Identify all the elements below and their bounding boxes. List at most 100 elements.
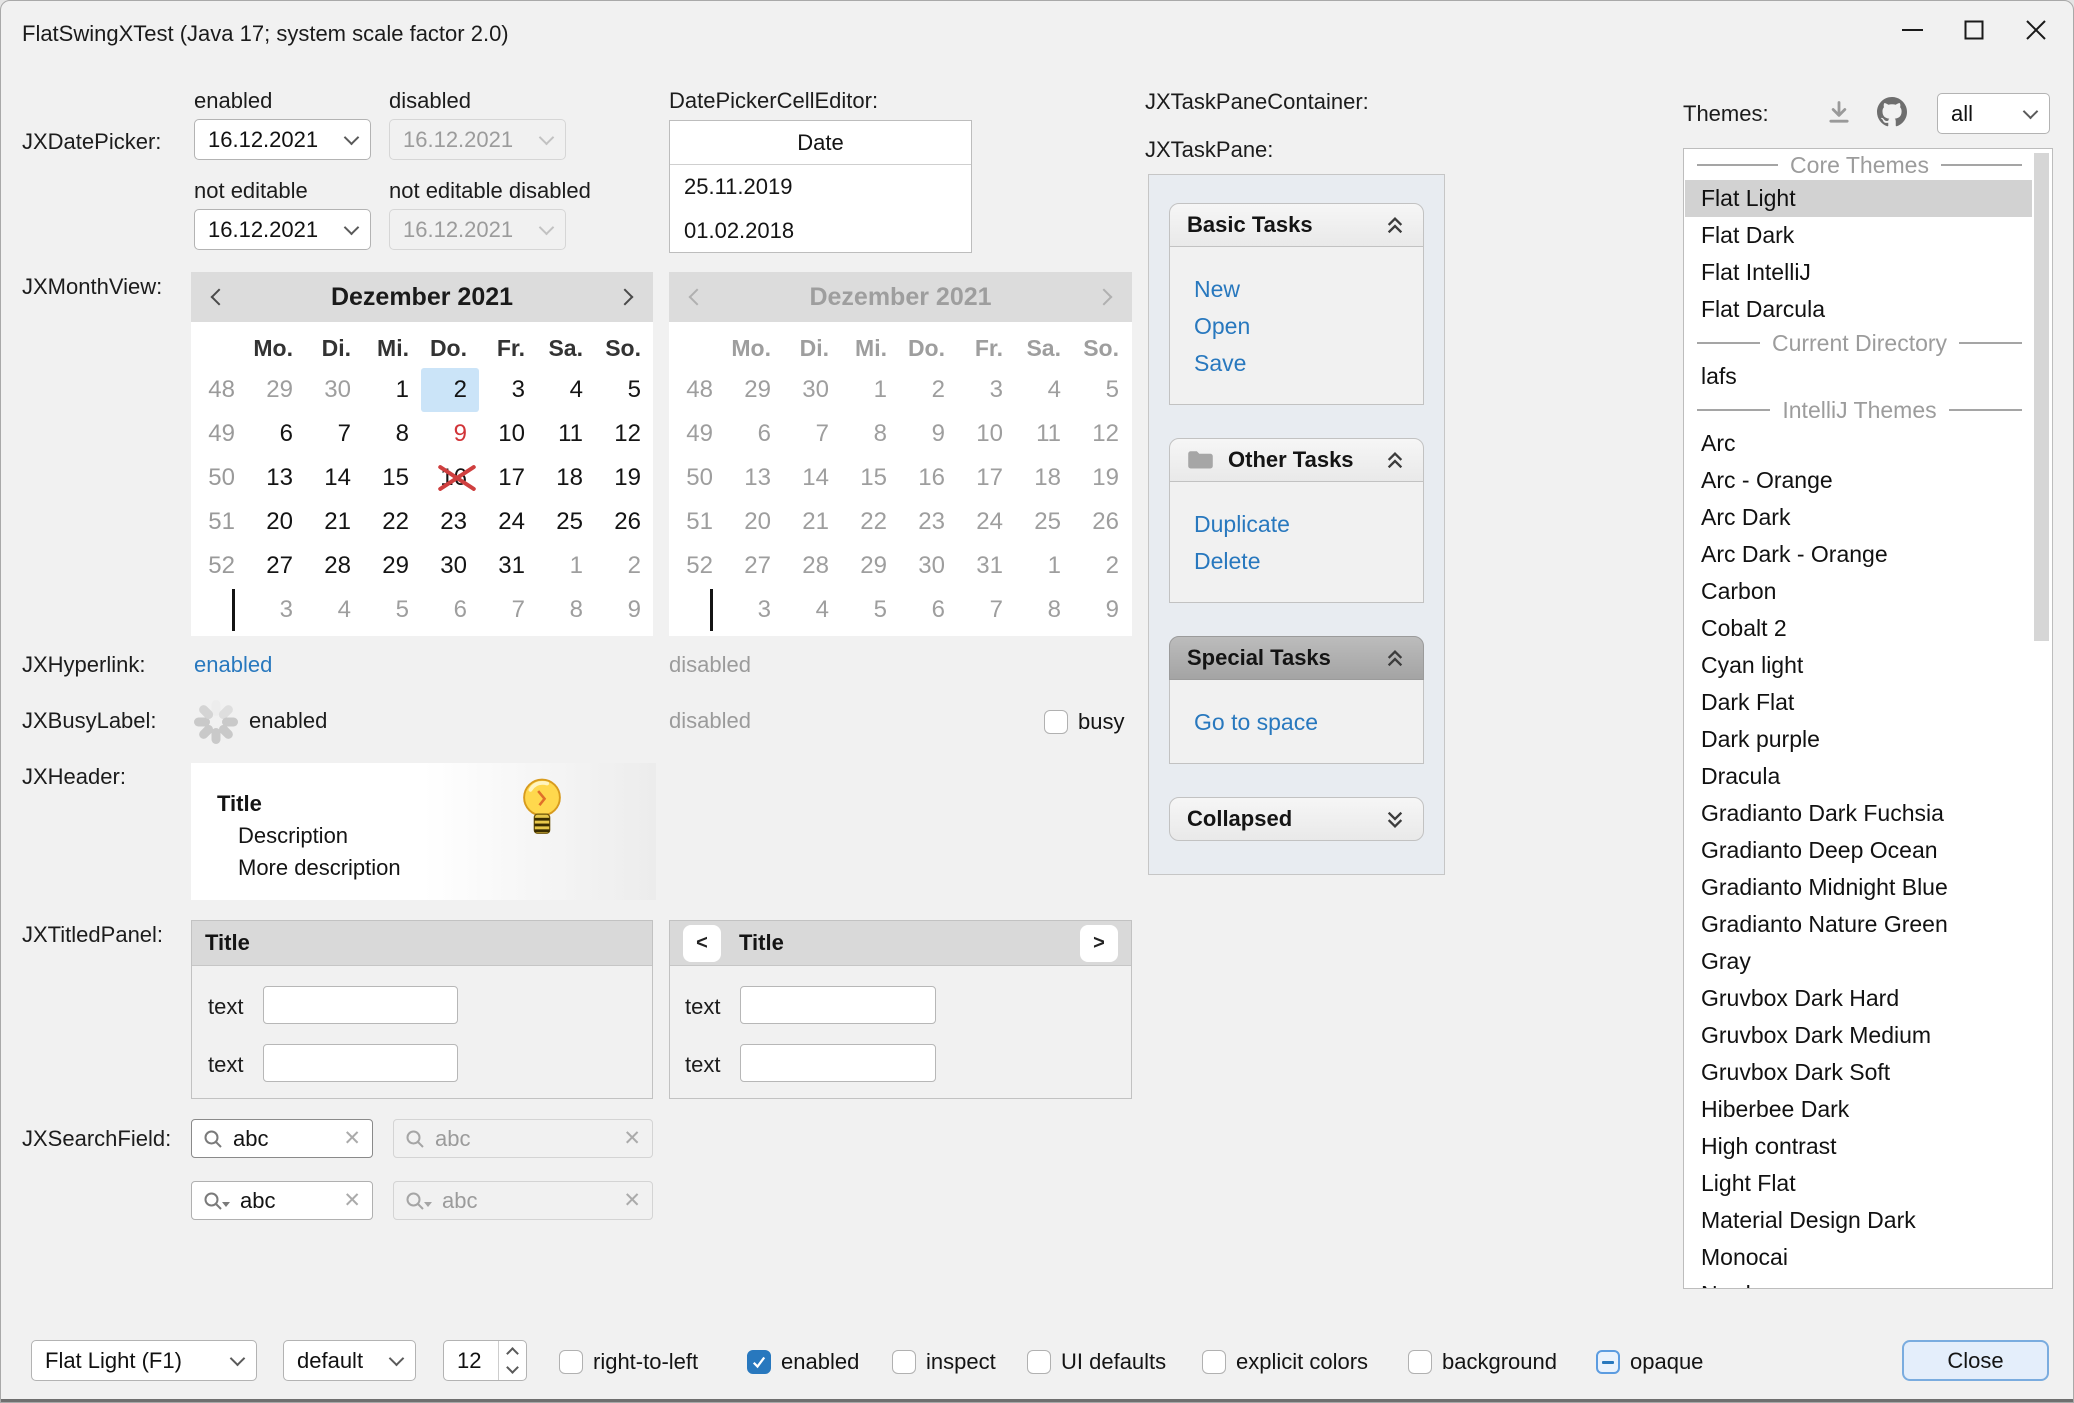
option-checkbox-row[interactable]: enabled <box>747 1349 859 1375</box>
day-cell[interactable]: 19 <box>595 456 653 500</box>
day-cell[interactable]: 7 <box>479 588 537 632</box>
download-icon[interactable] <box>1825 99 1853 127</box>
text-input[interactable] <box>263 1044 458 1082</box>
day-cell[interactable]: 7 <box>305 412 363 456</box>
taskpane-header[interactable]: Special Tasks <box>1169 636 1424 680</box>
github-icon[interactable] <box>1877 97 1907 127</box>
day-cell[interactable]: 8 <box>363 412 421 456</box>
day-cell[interactable]: 1 <box>363 368 421 412</box>
monthview-enabled[interactable]: Dezember 2021Mo.Di.Mi.Do.Fr.Sa.So.482930… <box>191 272 653 636</box>
theme-list-item[interactable]: Flat Dark <box>1685 217 2032 254</box>
option-checkbox-row[interactable]: right-to-left <box>559 1349 698 1375</box>
day-cell[interactable]: 17 <box>479 456 537 500</box>
theme-list-item[interactable]: Dark Flat <box>1685 684 2032 721</box>
table-row[interactable]: 01.02.2018 <box>670 209 971 253</box>
close-dialog-button[interactable]: Close <box>1902 1340 2049 1381</box>
day-cell[interactable]: 28 <box>305 544 363 588</box>
option-checkbox-row[interactable]: explicit colors <box>1202 1349 1368 1375</box>
day-cell[interactable]: 29 <box>247 368 305 412</box>
day-cell[interactable]: 30 <box>305 368 363 412</box>
checkbox-checked[interactable] <box>747 1350 771 1374</box>
day-cell[interactable]: 6 <box>247 412 305 456</box>
text-input[interactable] <box>263 986 458 1024</box>
taskpane-action-link[interactable]: New <box>1194 271 1399 308</box>
datepicker-enabled[interactable]: 16.12.2021 <box>194 119 371 160</box>
day-cell[interactable]: 14 <box>305 456 363 500</box>
theme-list-item[interactable]: Cyan light <box>1685 647 2032 684</box>
theme-list-item[interactable]: Gruvbox Dark Medium <box>1685 1017 2032 1054</box>
text-input[interactable] <box>740 986 936 1024</box>
theme-list-item[interactable]: Gruvbox Dark Hard <box>1685 980 2032 1017</box>
chevron-down-icon[interactable] <box>344 219 360 235</box>
maximize-button[interactable] <box>1943 1 2005 59</box>
day-cell[interactable]: 20 <box>247 500 305 544</box>
option-checkbox-row[interactable]: inspect <box>892 1349 996 1375</box>
chevron-down-icon[interactable] <box>230 1350 246 1366</box>
day-cell[interactable]: 9 <box>421 412 479 456</box>
day-cell[interactable]: 2 <box>595 544 653 588</box>
font-combo[interactable]: default <box>283 1340 416 1381</box>
chevron-down-icon[interactable] <box>344 129 360 145</box>
clear-icon[interactable]: ✕ <box>343 1126 361 1151</box>
theme-list-item[interactable]: Gradianto Midnight Blue <box>1685 869 2032 906</box>
spinner-buttons[interactable] <box>498 1341 526 1380</box>
theme-list-item[interactable]: Arc <box>1685 425 2032 462</box>
theme-list-item[interactable]: Light Flat <box>1685 1165 2032 1202</box>
day-cell[interactable]: 23 <box>421 500 479 544</box>
theme-list-item[interactable]: Gradianto Nature Green <box>1685 906 2032 943</box>
day-cell[interactable]: 3 <box>479 368 537 412</box>
day-cell[interactable]: 12 <box>595 412 653 456</box>
next-month-button[interactable] <box>597 272 653 322</box>
theme-list-item[interactable]: Carbon <box>1685 573 2032 610</box>
theme-list-item[interactable]: Gruvbox Dark Soft <box>1685 1054 2032 1091</box>
scrollbar[interactable] <box>2032 150 2051 1287</box>
collapse-chevron-icon[interactable] <box>1384 216 1406 235</box>
day-cell[interactable]: 29 <box>363 544 421 588</box>
titledpanel-left-button[interactable]: < <box>683 925 721 962</box>
search-field-with-menu[interactable]: abc ✕ <box>191 1181 373 1220</box>
day-cell[interactable]: 2 <box>421 368 479 412</box>
datepicker-not-editable[interactable]: 16.12.2021 <box>194 209 371 250</box>
checkbox-unchecked[interactable] <box>1408 1350 1432 1374</box>
scrollbar-thumb[interactable] <box>2034 153 2049 641</box>
minimize-button[interactable] <box>1881 1 1943 59</box>
taskpane-action-link[interactable]: Delete <box>1194 543 1399 580</box>
day-cell[interactable]: 25 <box>537 500 595 544</box>
spinner-down-icon[interactable] <box>506 1361 519 1374</box>
theme-list-item[interactable]: Cobalt 2 <box>1685 610 2032 647</box>
theme-list-item[interactable]: Dracula <box>1685 758 2032 795</box>
busy-checkbox[interactable] <box>1044 710 1068 734</box>
day-cell[interactable]: 5 <box>595 368 653 412</box>
theme-list-item[interactable]: Flat Darcula <box>1685 291 2032 328</box>
theme-list-item[interactable]: Dark purple <box>1685 721 2032 758</box>
taskpane-action-link[interactable]: Go to space <box>1194 704 1399 741</box>
search-input[interactable]: abc <box>233 1126 268 1152</box>
checkbox-unchecked[interactable] <box>1027 1350 1051 1374</box>
option-checkbox-row[interactable]: background <box>1408 1349 1557 1375</box>
table-column-header[interactable]: Date <box>670 121 971 165</box>
taskpane-header[interactable]: Other Tasks <box>1169 438 1424 482</box>
search-input[interactable]: abc <box>240 1188 275 1214</box>
busy-checkbox-row[interactable]: busy <box>1044 709 1124 735</box>
theme-list-item[interactable]: Flat Light <box>1685 180 2032 217</box>
theme-list-item[interactable]: Flat IntelliJ <box>1685 254 2032 291</box>
taskpane-action-link[interactable]: Duplicate <box>1194 506 1399 543</box>
taskpane-action-link[interactable]: Open <box>1194 308 1399 345</box>
checkbox-unchecked[interactable] <box>1202 1350 1226 1374</box>
themes-filter-combo[interactable]: all <box>1937 93 2050 134</box>
day-cell[interactable]: 26 <box>595 500 653 544</box>
day-cell[interactable]: 8 <box>537 588 595 632</box>
text-input[interactable] <box>740 1044 936 1082</box>
day-cell[interactable]: 27 <box>247 544 305 588</box>
theme-list-item[interactable]: Gray <box>1685 943 2032 980</box>
option-checkbox-row[interactable]: opaque <box>1596 1349 1703 1375</box>
day-cell[interactable]: 11 <box>537 412 595 456</box>
themes-list[interactable]: Core ThemesFlat LightFlat DarkFlat Intel… <box>1683 148 2053 1289</box>
taskpane-header[interactable]: Collapsed <box>1169 797 1424 841</box>
collapse-chevron-icon[interactable] <box>1384 649 1406 668</box>
search-menu-icon[interactable] <box>203 1191 230 1211</box>
day-cell[interactable]: 30 <box>421 544 479 588</box>
close-button[interactable] <box>2005 1 2067 59</box>
theme-list-item[interactable]: Arc - Orange <box>1685 462 2032 499</box>
day-cell[interactable]: 1 <box>537 544 595 588</box>
